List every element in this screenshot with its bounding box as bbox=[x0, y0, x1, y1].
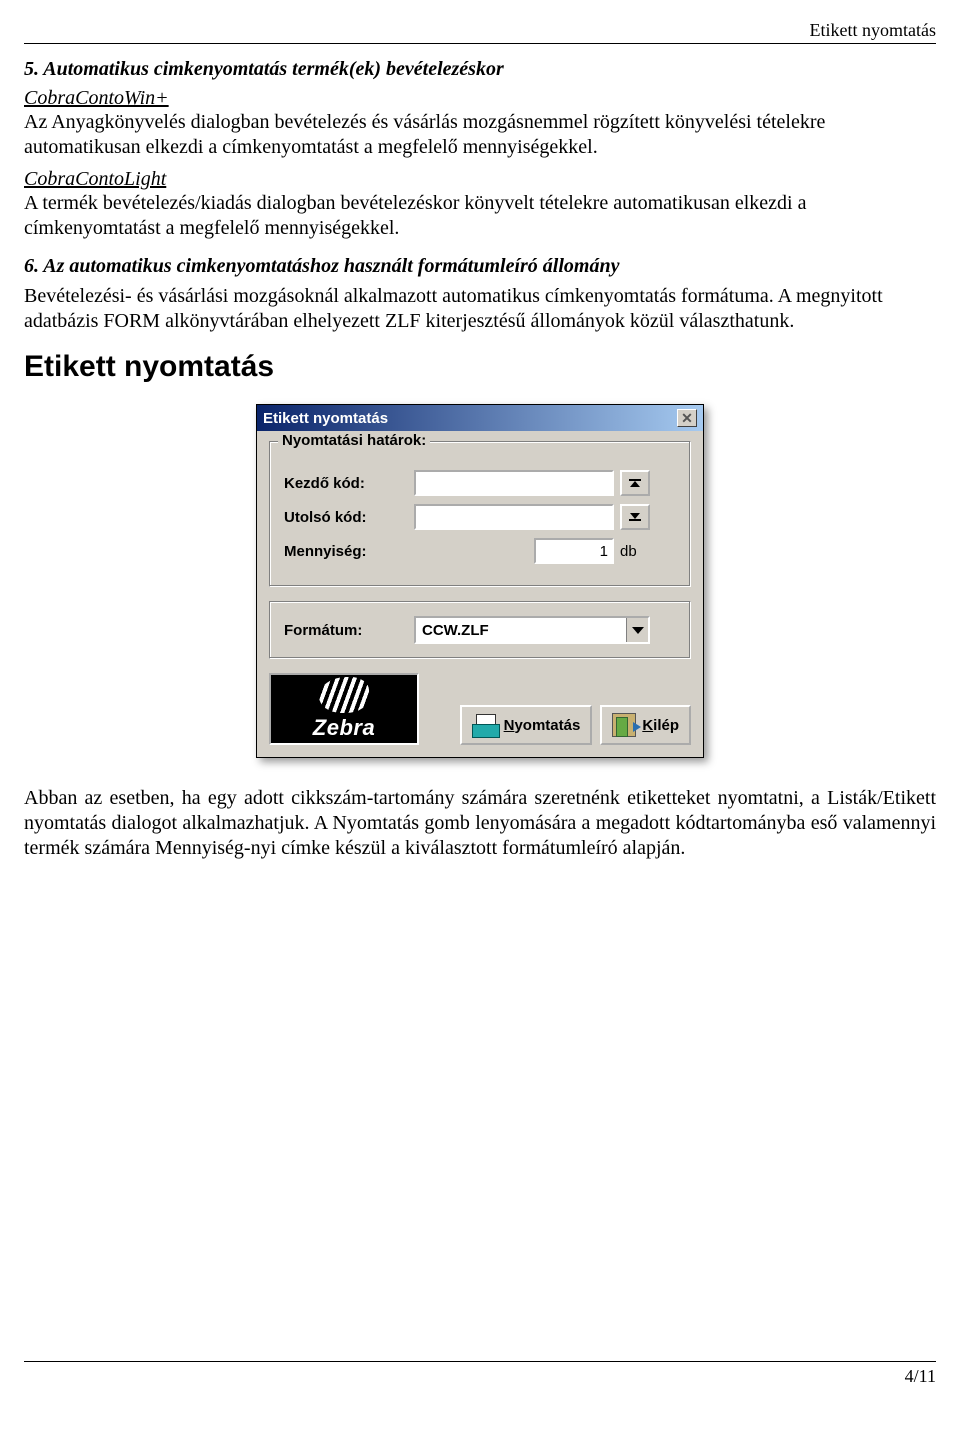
triangle-down-icon bbox=[632, 627, 644, 634]
divider-bottom bbox=[24, 1361, 936, 1362]
section-6-title: 6. Az automatikus cimkenyomtatáshoz hasz… bbox=[24, 255, 936, 278]
close-icon[interactable]: ✕ bbox=[677, 409, 697, 427]
label-start-code: Kezdő kód: bbox=[284, 475, 414, 492]
exit-button[interactable]: Kilép bbox=[600, 705, 691, 745]
dialog-titlebar: Etikett nyomtatás ✕ bbox=[257, 405, 703, 431]
quantity-input[interactable] bbox=[534, 538, 614, 564]
zebra-logo-text: Zebra bbox=[313, 715, 375, 741]
end-code-input[interactable] bbox=[414, 504, 614, 530]
go-top-button[interactable] bbox=[620, 470, 650, 496]
section-5-title: 5. Automatikus cimkenyomtatás termék(ek)… bbox=[24, 58, 936, 81]
paragraph-2: A termék bevételezés/kiadás dialogban be… bbox=[24, 191, 936, 241]
page-number: 4/11 bbox=[24, 1366, 936, 1387]
print-button[interactable]: Nyomtatás bbox=[460, 705, 593, 745]
label-end-code: Utolsó kód: bbox=[284, 509, 414, 526]
zebra-logo: Zebra bbox=[269, 673, 419, 745]
divider-top bbox=[24, 43, 936, 44]
unit-label: db bbox=[620, 543, 637, 560]
dialog-screenshot: Etikett nyomtatás ✕ Nyomtatási határok: … bbox=[24, 404, 936, 758]
format-value: CCW.ZLF bbox=[416, 620, 626, 641]
label-format: Formátum: bbox=[284, 622, 414, 639]
paragraph-1: Az Anyagkönyvelés dialogban bevételezés … bbox=[24, 110, 936, 160]
zebra-head-icon bbox=[319, 677, 369, 713]
go-bottom-button[interactable] bbox=[620, 504, 650, 530]
chevron-down-icon[interactable] bbox=[626, 618, 648, 642]
group-print-limits: Nyomtatási határok: Kezdő kód: Utolsó bbox=[269, 441, 691, 587]
dialog-title: Etikett nyomtatás bbox=[263, 410, 388, 427]
printer-icon bbox=[472, 714, 498, 736]
arrow-up-icon bbox=[630, 481, 640, 487]
paragraph-3: Bevételezési- és vásárlási mozgásoknál a… bbox=[24, 284, 936, 334]
group-format: Formátum: CCW.ZLF bbox=[269, 601, 691, 659]
exit-icon bbox=[612, 713, 636, 737]
group-legend: Nyomtatási határok: bbox=[278, 432, 430, 449]
label-quantity: Mennyiség: bbox=[284, 543, 414, 560]
link-cobracontowin: CobraContoWin+ bbox=[24, 87, 936, 110]
bar-icon bbox=[629, 519, 641, 521]
etikett-nyomtatas-dialog: Etikett nyomtatás ✕ Nyomtatási határok: … bbox=[256, 404, 704, 758]
format-combobox[interactable]: CCW.ZLF bbox=[414, 616, 650, 644]
exit-button-label: Kilép bbox=[642, 717, 679, 734]
running-header: Etikett nyomtatás bbox=[24, 20, 936, 41]
paragraph-4: Abban az esetben, ha egy adott cikkszám-… bbox=[24, 786, 936, 861]
start-code-input[interactable] bbox=[414, 470, 614, 496]
page-title: Etikett nyomtatás bbox=[24, 350, 936, 384]
link-cobracontolight: CobraContoLight bbox=[24, 168, 936, 191]
print-button-label: Nyomtatás bbox=[504, 717, 581, 734]
